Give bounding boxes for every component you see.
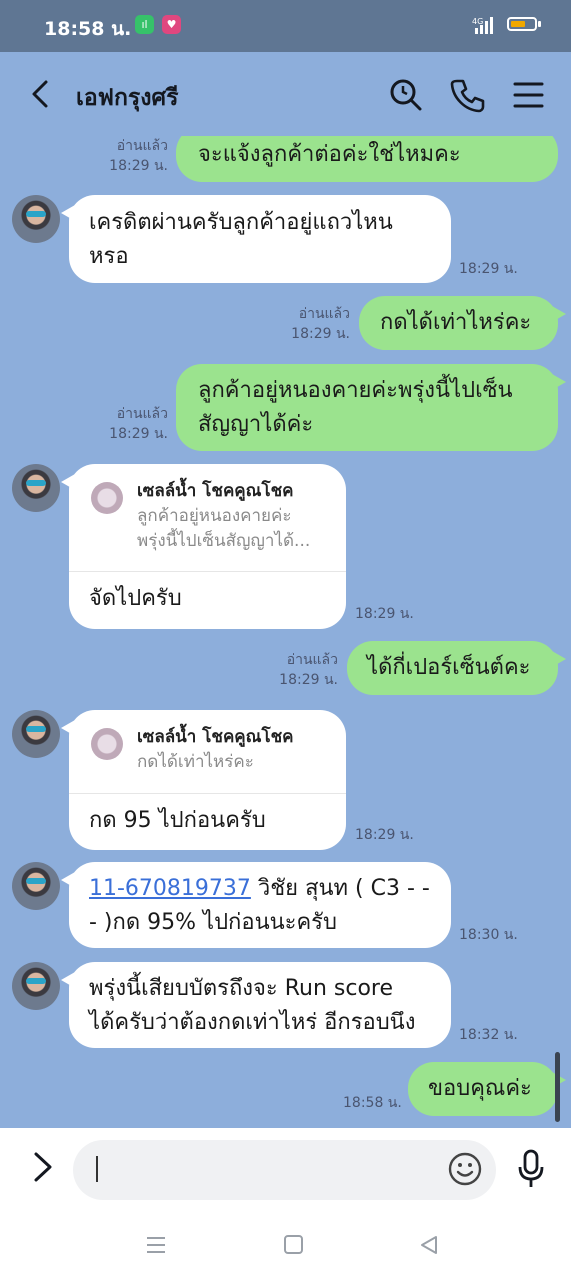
read-receipt: อ่านแล้ว	[286, 652, 338, 668]
my-message-bubble[interactable]: ได้กี่เปอร์เซ็นต์คะ	[347, 641, 566, 695]
message-text: จัดไปครับ	[89, 586, 182, 611]
message-time: 18:29 น.	[109, 426, 168, 442]
their-reply-bubble[interactable]: เซลล์น้ำ โชคคูณโชค กดได้เท่าไหร่คะ กด 95…	[61, 710, 346, 850]
microphone-icon[interactable]	[516, 1148, 546, 1190]
avatar[interactable]	[12, 862, 60, 910]
message-text: พรุ่งนี้เสียบบัตรถึงจะ Run score	[89, 976, 394, 1001]
reply-avatar	[91, 482, 123, 514]
phone-icon[interactable]	[448, 76, 486, 114]
their-message-bubble[interactable]: เครดิตผ่านครับลูกค้าอยู่แถวไหน หรอ	[61, 195, 451, 283]
chevron-left-icon[interactable]	[26, 76, 56, 112]
status-bar: 18:58 น. ıl ♥ 4G	[0, 0, 571, 52]
reply-snippet-line: ลูกค้าอยู่หนองคายค่ะ	[137, 506, 292, 526]
chat-header: เอฟกรุงศรี	[0, 52, 571, 136]
message-time: 18:30 น.	[459, 927, 518, 943]
message-meta: อ่านแล้ว 18:29 น.	[100, 404, 168, 444]
message-time: 18:29 น.	[291, 326, 350, 342]
scrollbar[interactable]	[555, 1052, 560, 1122]
avatar[interactable]	[12, 464, 60, 512]
phone-link[interactable]: 11-670819737	[89, 876, 251, 901]
their-message-bubble[interactable]: 11-670819737 วิชัย สุนท ( C3 - - - )กด 9…	[61, 862, 451, 948]
avatar[interactable]	[12, 710, 60, 758]
reply-snippet: ลูกค้าอยู่หนองคายค่ะ พรุ่งนี้ไปเซ็นสัญญา…	[137, 504, 337, 554]
battery-level	[511, 21, 525, 27]
emoji-icon[interactable]	[447, 1151, 483, 1187]
recent-apps-icon[interactable]	[145, 1234, 167, 1256]
my-message-bubble[interactable]: ขอบคุณค่ะ	[408, 1062, 566, 1116]
battery-cap	[538, 21, 541, 27]
reply-snippet-line: กดได้เท่าไหร่คะ	[137, 752, 254, 772]
message-input[interactable]	[73, 1140, 496, 1200]
reply-sender-name: เซลล์น้ำ โชคคูณโชค	[137, 727, 294, 747]
avatar[interactable]	[12, 962, 60, 1010]
message-text: เครดิตผ่านครับลูกค้าอยู่แถวไหน	[89, 210, 393, 235]
reply-snippet: กดได้เท่าไหร่คะ	[137, 750, 337, 775]
message-text: 11-670819737 วิชัย สุนท ( C3 - -	[89, 872, 451, 906]
home-icon[interactable]	[283, 1234, 305, 1256]
back-nav-icon[interactable]	[418, 1234, 440, 1256]
message-time: 18:29 น.	[109, 158, 168, 174]
message-text: ได้ครับว่าต้องกดเท่าไหร่ อีกรอบนึง	[89, 1010, 416, 1035]
message-time: 18:29 น.	[279, 672, 338, 688]
reply-avatar	[91, 728, 123, 760]
chat-title[interactable]: เอฟกรุงศรี	[76, 80, 178, 116]
reply-divider	[69, 571, 346, 572]
message-time: 18:32 น.	[459, 1027, 518, 1043]
my-message-bubble[interactable]: กดได้เท่าไหร่คะ	[359, 296, 566, 350]
read-receipt: อ่านแล้ว	[298, 306, 350, 322]
message-time: 18:29 น.	[459, 261, 518, 277]
message-text: กดได้เท่าไหร่คะ	[380, 310, 532, 335]
my-message-bubble[interactable]: ลูกค้าอยู่หนองคายค่ะพรุ่งนี้ไปเซ็น สัญญา…	[176, 364, 566, 451]
message-time: 18:29 น.	[355, 606, 414, 622]
reply-sender-name: เซลล์น้ำ โชคคูณโชค	[137, 481, 294, 501]
search-icon[interactable]	[387, 76, 425, 114]
reply-snippet-line: พรุ่งนี้ไปเซ็นสัญญาได้...	[137, 531, 311, 551]
message-text: ลูกค้าอยู่หนองคายค่ะพรุ่งนี้ไปเซ็น	[198, 378, 513, 403]
reply-divider	[69, 793, 346, 794]
message-text: กด 95 ไปก่อนครับ	[89, 808, 266, 833]
message-text: ได้กี่เปอร์เซ็นต์คะ	[367, 655, 531, 680]
battery-icon	[507, 17, 537, 31]
message-meta: อ่านแล้ว 18:29 น.	[282, 304, 350, 344]
message-meta: อ่านแล้ว 18:29 น.	[100, 136, 168, 176]
chat-messages[interactable]: อ่านแล้ว 18:29 น. จะแจ้งลูกค้าต่อค่ะใช่ไ…	[0, 136, 571, 1128]
message-text: หรอ	[89, 244, 129, 269]
message-time: 18:29 น.	[355, 827, 414, 843]
message-text-part: วิชัย สุนท ( C3 - -	[250, 876, 430, 901]
their-reply-bubble[interactable]: เซลล์น้ำ โชคคูณโชค ลูกค้าอยู่หนองคายค่ะ …	[61, 464, 346, 629]
app-notification-icon: ♥	[162, 15, 181, 34]
message-text: ขอบคุณค่ะ	[428, 1076, 532, 1101]
message-text: สัญญาได้ค่ะ	[198, 412, 314, 437]
avatar[interactable]	[12, 195, 60, 243]
network-label: 4G	[472, 17, 483, 26]
read-receipt: อ่านแล้ว	[116, 406, 168, 422]
app-notification-icon: ıl	[135, 15, 154, 34]
expand-icon[interactable]	[30, 1150, 56, 1184]
message-time: 18:58 น.	[343, 1095, 402, 1111]
their-message-bubble[interactable]: พรุ่งนี้เสียบบัตรถึงจะ Run score ได้ครับ…	[61, 962, 451, 1048]
signal-icon: 4G	[472, 17, 493, 34]
message-input-bar	[0, 1128, 571, 1210]
message-text: - )กด 95% ไปก่อนนะครับ	[89, 910, 337, 935]
read-receipt: อ่านแล้ว	[116, 138, 168, 154]
my-message-bubble[interactable]: จะแจ้งลูกค้าต่อค่ะใช่ไหมคะ	[176, 136, 558, 182]
message-text: จะแจ้งลูกค้าต่อค่ะใช่ไหมคะ	[198, 142, 461, 167]
status-time: 18:58 น.	[44, 18, 132, 40]
menu-icon[interactable]	[510, 76, 548, 114]
message-meta: อ่านแล้ว 18:29 น.	[270, 650, 338, 690]
text-caret	[96, 1156, 98, 1182]
system-nav-bar	[0, 1210, 571, 1280]
